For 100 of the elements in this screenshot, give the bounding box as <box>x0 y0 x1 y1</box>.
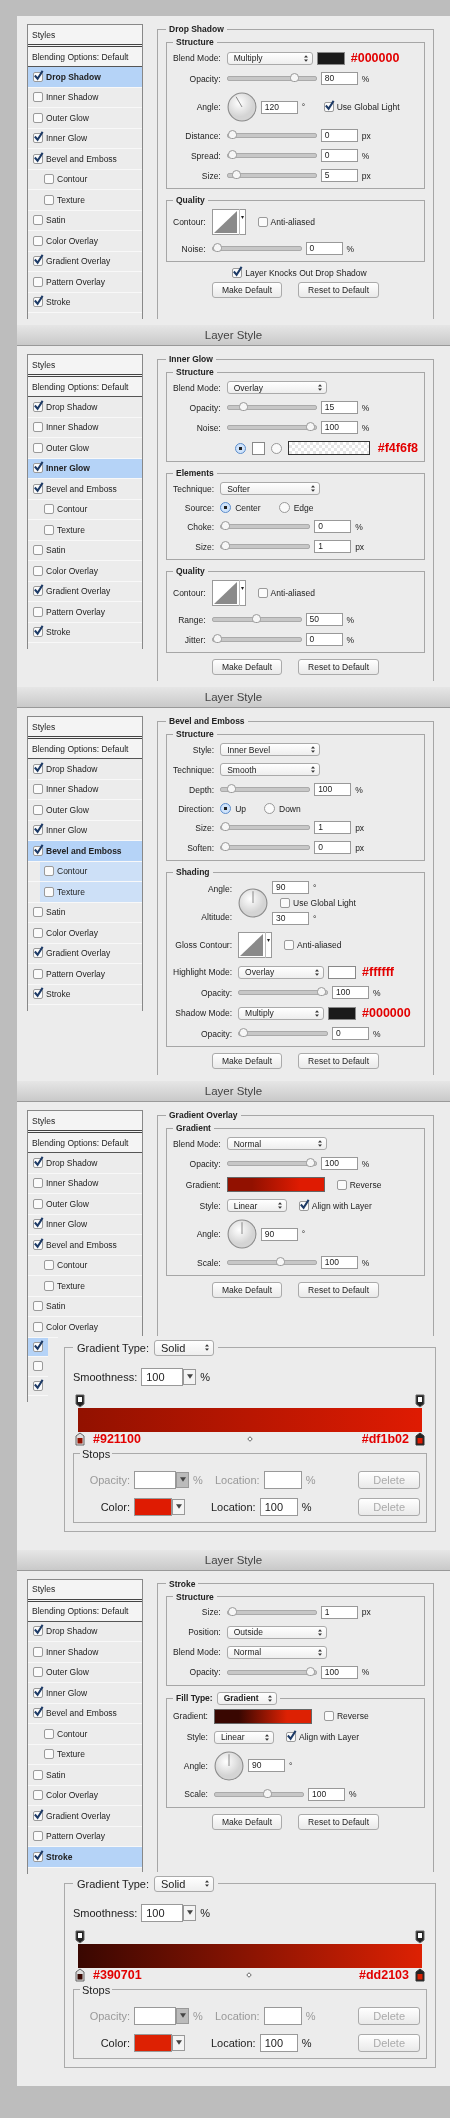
sidebar-item[interactable]: Blending Options: Default <box>28 1133 142 1153</box>
value-field[interactable]: 5 <box>320 169 358 182</box>
value-field[interactable]: 100 <box>259 2033 298 2052</box>
value-field[interactable]: 0 <box>314 520 352 533</box>
value-field[interactable]: 30 <box>272 912 310 925</box>
sidebar-item[interactable]: Inner Shadow <box>28 779 142 800</box>
sidebar-item[interactable]: Outer Glow <box>28 438 142 459</box>
sidebar-item[interactable]: Bevel and Emboss <box>28 1703 142 1724</box>
sidebar-item[interactable]: Satin <box>28 902 142 923</box>
dropdown[interactable]: Overlay <box>238 965 325 979</box>
sidebar-item[interactable]: Satin <box>28 210 142 231</box>
sidebar-item[interactable]: Stroke <box>28 1847 142 1868</box>
value-field[interactable]: 0 <box>332 1027 370 1040</box>
sidebar-item[interactable]: Inner Shadow <box>28 1173 142 1194</box>
sidebar-item[interactable]: Contour <box>28 499 142 520</box>
dropdown[interactable]: Gradient <box>216 1691 277 1705</box>
sidebar-item[interactable]: Texture <box>28 1744 142 1765</box>
sidebar-item[interactable]: Color Overlay <box>28 231 142 252</box>
sidebar-item[interactable]: Outer Glow <box>28 108 142 129</box>
sidebar-item[interactable]: Inner Shadow <box>28 87 142 108</box>
dropdown[interactable]: Overlay <box>226 381 327 394</box>
dialog-button[interactable]: Reset to Default <box>298 659 379 675</box>
sidebar-item[interactable]: Outer Glow <box>28 1662 142 1683</box>
sidebar-item[interactable]: Texture <box>28 882 142 903</box>
dialog-button[interactable]: Make Default <box>211 659 283 675</box>
sidebar-item[interactable]: Bevel and Emboss <box>28 479 142 500</box>
value-field[interactable]: 0 <box>320 149 358 162</box>
sidebar-item[interactable]: Drop Shadow <box>28 759 142 780</box>
dialog-button[interactable]: Make Default <box>211 1282 283 1298</box>
value-field[interactable]: 0 <box>320 129 358 142</box>
dropdown[interactable]: Softer <box>220 482 321 495</box>
sidebar-item[interactable]: Texture <box>28 1276 142 1297</box>
sidebar-item[interactable]: Outer Glow <box>28 800 142 821</box>
value-field[interactable]: 120 <box>260 100 298 114</box>
sidebar-item[interactable]: Pattern Overlay <box>28 272 142 293</box>
sidebar-item[interactable]: Gradient Overlay <box>28 581 142 602</box>
sidebar-item[interactable]: Inner Glow <box>28 128 142 149</box>
sidebar-item[interactable]: Bevel and Emboss <box>28 841 142 862</box>
sidebar-item[interactable]: Contour <box>28 861 142 882</box>
sidebar-item[interactable]: Drop Shadow <box>28 1153 142 1174</box>
sidebar-item[interactable]: Color Overlay <box>28 1785 142 1806</box>
sidebar-item[interactable]: Bevel and Emboss <box>28 149 142 170</box>
value-field[interactable]: 1 <box>314 821 352 834</box>
sidebar-item[interactable]: Satin <box>28 1296 142 1317</box>
sidebar-item[interactable]: Outer Glow <box>28 1194 142 1215</box>
dropdown[interactable]: Solid <box>153 1339 214 1356</box>
sidebar-item[interactable]: Blending Options: Default <box>28 739 142 759</box>
sidebar-item[interactable]: Stroke <box>28 984 142 1005</box>
sidebar-item[interactable]: Contour <box>28 1255 142 1276</box>
value-field[interactable]: 0 <box>314 841 352 854</box>
value-field[interactable]: 80 <box>320 72 358 85</box>
dropdown[interactable]: Smooth <box>220 763 321 776</box>
value-field[interactable]: 0 <box>305 242 343 255</box>
sidebar-item[interactable]: Blending Options: Default <box>28 47 142 67</box>
sidebar-item[interactable]: Inner Glow <box>28 1683 142 1704</box>
value-field[interactable]: 100 <box>320 1157 358 1170</box>
value-field[interactable]: 100 <box>314 783 352 796</box>
dropdown[interactable]: Solid <box>153 1875 214 1892</box>
dialog-button[interactable]: Reset to Default <box>298 1282 379 1298</box>
sidebar-item[interactable]: Inner Glow <box>28 1214 142 1235</box>
sidebar-item[interactable]: Texture <box>28 520 142 541</box>
sidebar-item[interactable]: Color Overlay <box>28 561 142 582</box>
dropdown[interactable]: Linear <box>213 1730 274 1744</box>
value-field[interactable]: 100 <box>320 1256 358 1269</box>
value-field[interactable]: 100 <box>259 1497 298 1516</box>
sidebar-item[interactable]: Gradient Overlay <box>28 251 142 272</box>
dialog-button[interactable]: Reset to Default <box>298 1053 379 1069</box>
value-field[interactable]: 50 <box>305 613 343 626</box>
value-field[interactable]: 100 <box>332 986 370 999</box>
dialog-button[interactable]: Make Default <box>211 282 283 298</box>
sidebar-item[interactable]: Satin <box>28 1765 142 1786</box>
dialog-button[interactable]: Make Default <box>211 1813 283 1830</box>
dropdown[interactable]: Outside <box>226 1625 327 1639</box>
dropdown[interactable]: Linear <box>226 1199 287 1212</box>
value-field[interactable]: 100 <box>141 1367 184 1386</box>
sidebar-item[interactable]: Drop Shadow <box>28 67 142 88</box>
value-field[interactable]: 100 <box>307 1787 345 1801</box>
value-field[interactable]: 0 <box>305 633 343 646</box>
value-field[interactable]: 90 <box>260 1227 298 1241</box>
value-field[interactable]: 100 <box>320 1665 358 1679</box>
sidebar-item[interactable]: Drop Shadow <box>28 1621 142 1642</box>
sidebar-item[interactable]: Stroke <box>28 622 142 643</box>
sidebar-item[interactable]: Gradient Overlay <box>28 1806 142 1827</box>
sidebar-item[interactable]: Contour <box>28 169 142 190</box>
value-field[interactable]: 1 <box>314 540 352 553</box>
sidebar-item[interactable]: Color Overlay <box>28 923 142 944</box>
value-field[interactable]: 90 <box>272 881 310 894</box>
dialog-button[interactable]: Reset to Default <box>298 1813 379 1830</box>
value-field[interactable]: 90 <box>247 1759 285 1772</box>
sidebar-item[interactable]: Pattern Overlay <box>28 964 142 985</box>
sidebar-item[interactable]: Contour <box>28 1724 142 1745</box>
sidebar-item[interactable]: Texture <box>28 190 142 211</box>
dropdown[interactable]: Normal <box>226 1645 327 1659</box>
sidebar-item[interactable]: Pattern Overlay <box>28 602 142 623</box>
value-field[interactable]: 100 <box>141 1903 184 1922</box>
value-field[interactable]: 100 <box>320 421 358 434</box>
sidebar-item[interactable]: Inner Glow <box>28 458 142 479</box>
sidebar-item[interactable]: Bevel and Emboss <box>28 1235 142 1256</box>
sidebar-item[interactable]: Drop Shadow <box>28 397 142 418</box>
dropdown[interactable]: Normal <box>226 1137 327 1150</box>
